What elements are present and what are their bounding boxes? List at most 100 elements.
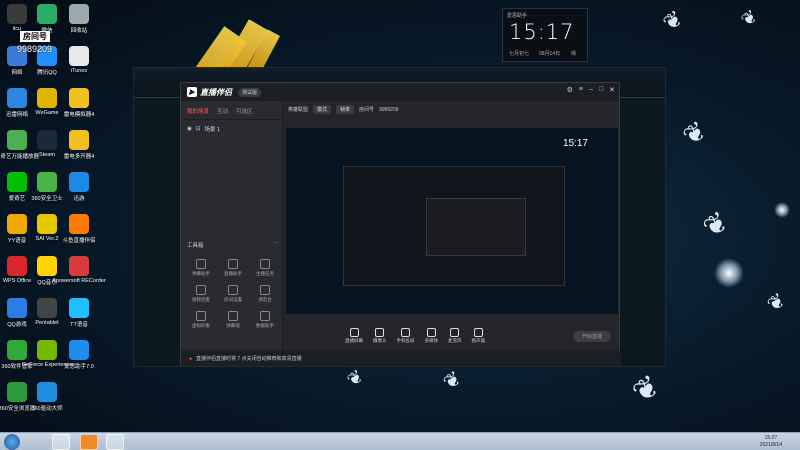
taskbar-app-2[interactable] — [80, 434, 98, 450]
desktop-icon[interactable]: 雷电模拟器4 — [62, 88, 96, 118]
desktop-icon-label: TT语音 — [70, 322, 88, 328]
taskbar-app-3[interactable] — [106, 434, 124, 450]
desktop-icon[interactable]: Pentablet — [30, 298, 64, 326]
tool-item[interactable]: 虚拟形象 — [185, 311, 217, 329]
steam-icon — [37, 130, 57, 150]
desktop-icon[interactable]: QQ游戏 — [0, 298, 34, 328]
desktop-icon[interactable]: 爱思助手7.0 — [62, 340, 96, 370]
geforce-icon — [37, 340, 57, 360]
wps-icon — [7, 256, 27, 276]
room-number-label: 房间号 — [20, 31, 50, 42]
mode-chip[interactable]: 模式 — [313, 105, 332, 114]
desktop-icon[interactable]: 斗鱼直播伴侣 — [62, 214, 96, 244]
desktop-icon[interactable]: SAI Ver.2 — [30, 214, 64, 242]
tab-scenes[interactable]: 我的场景 — [187, 107, 209, 115]
left-panel: 我的场景 互动 可选区 ◉ ⊡ 场景 1 工具箱 ⋯ 弹幕助手 直播助手 主播任务视… — [181, 101, 283, 349]
toolbox-more-icon[interactable]: ⋯ — [274, 241, 280, 249]
tool-item[interactable]: 弹幕墙 — [217, 311, 249, 329]
taskbar-app-1[interactable] — [52, 434, 70, 450]
glow-orb — [714, 258, 744, 288]
tool-item[interactable]: 主播任务 — [249, 259, 281, 277]
desktop-icon[interactable]: Steam — [30, 130, 64, 158]
tray-clock[interactable]: 15:27 2021/8/14 — [760, 435, 782, 449]
desktop-icon[interactable]: YY语音 — [0, 214, 34, 244]
desktop-icon[interactable]: WPS Office — [0, 256, 34, 284]
desktop-icon-label: 腾讯QQ — [37, 70, 57, 76]
desktop-icon[interactable]: TT语音 — [62, 298, 96, 328]
desktop-icon-label: 爱思助手7.0 — [64, 364, 94, 370]
desktop-icon[interactable]: 爱奇艺 — [0, 172, 34, 202]
desktop-icon[interactable]: iTunes — [62, 46, 96, 74]
eye-icon[interactable]: ◉ — [187, 126, 192, 132]
tool-item[interactable]: 调音台 — [249, 285, 281, 303]
tool-item[interactable]: 数据助手 — [249, 311, 281, 329]
desktop-icon[interactable]: 迅游 — [62, 172, 96, 202]
fps-chip[interactable]: 帧率 — [336, 105, 355, 114]
app-title: 直播伴侣 — [200, 87, 232, 97]
desktop-icon[interactable]: Apowersoft RECorder — [52, 256, 106, 284]
desktop-icon-label: 网络 — [11, 70, 23, 76]
ldmulti-icon — [69, 130, 89, 150]
live-helper-icon — [228, 259, 238, 269]
apowerrec-icon — [69, 256, 89, 276]
desktop-icon[interactable]: 微信 — [30, 4, 64, 34]
desktop-icon[interactable]: 雷电多开器4 — [62, 130, 96, 160]
desktop-icon[interactable]: ilcu — [0, 4, 34, 32]
desktop-icon-label: WPS Office — [2, 278, 32, 284]
tool-item[interactable]: 房间设置 — [217, 285, 249, 303]
desktop-icon[interactable]: WeGame — [30, 88, 64, 116]
desktop-icon[interactable]: 迅雷网络 — [0, 88, 34, 118]
game-label: 英雄联盟 — [288, 107, 309, 113]
tray-time: 15:27 — [764, 435, 778, 441]
360-driver-icon — [37, 382, 57, 402]
desktop-icon-label: 360安全卫士 — [31, 196, 63, 202]
bottom-control-button[interactable]: 直播屏幕 — [345, 328, 363, 344]
tt-icon — [69, 298, 89, 318]
taskbar: 15:27 2021/8/14 — [0, 432, 800, 450]
stream-preview[interactable]: 15:17 — [286, 128, 618, 314]
clock-widget[interactable]: 爱思助手 15:17 七月初七 08月14日 晴 — [502, 8, 588, 62]
live-companion-window[interactable]: ▶ 直播伴侣 测试版 ⚙ ≡ – □ ✕ 我的场景 互动 可选区 ◉ ⊡ 场景 … — [180, 82, 621, 366]
tab-optional[interactable]: 可选区 — [236, 107, 253, 115]
control-icon — [375, 328, 385, 337]
preview-clock: 15:17 — [562, 138, 588, 149]
bottom-control-button[interactable]: 摄像头 — [373, 328, 387, 344]
minimize-icon[interactable]: – — [589, 86, 593, 94]
tool-label: 弹幕墙 — [226, 323, 240, 328]
tab-interaction[interactable]: 互动 — [217, 107, 228, 115]
version-badge: 测试版 — [238, 87, 262, 97]
app-titlebar: ▶ 直播伴侣 测试版 ⚙ ≡ – □ ✕ — [181, 83, 619, 101]
desktop-icon[interactable]: 回收站 — [62, 4, 96, 34]
tool-item[interactable]: 弹幕助手 — [185, 259, 217, 277]
menu-icon[interactable]: ≡ — [579, 86, 583, 94]
tool-item[interactable]: 直播助手 — [217, 259, 249, 277]
bottom-control-button[interactable]: 手机投屏 — [397, 328, 415, 344]
360-browser-icon — [7, 382, 27, 402]
scene-item[interactable]: ◉ ⊡ 场景 1 — [181, 120, 282, 138]
bottom-control-button[interactable]: 多媒体 — [425, 328, 438, 344]
desktop-icon-label: Apowersoft RECorder — [52, 278, 106, 284]
clock-time: 15:17 — [509, 20, 575, 44]
close-icon[interactable]: ✕ — [609, 86, 615, 94]
desktop-icon-label: QQ游戏 — [7, 322, 27, 328]
360-guard-icon — [37, 172, 57, 192]
desktop-icon[interactable]: 360驱动大师 — [30, 382, 64, 412]
lock-icon[interactable]: ⊡ — [196, 126, 201, 132]
desktop-icon-label: 雷电模拟器4 — [63, 112, 95, 118]
tool-label: 弹幕助手 — [192, 271, 210, 276]
desktop-icon[interactable]: 360安全浏览器 — [0, 382, 35, 412]
maximize-icon[interactable]: □ — [599, 86, 603, 94]
start-button[interactable] — [4, 434, 20, 450]
bottom-control-button[interactable]: 扬声器 — [472, 328, 485, 344]
itunes-icon — [69, 46, 89, 66]
bottom-control-button[interactable]: 麦克风 — [448, 328, 462, 344]
desktop-icon[interactable]: 爱奇艺万能播放器 — [0, 130, 39, 160]
desktop-icon[interactable]: GeForce Experience — [22, 340, 72, 368]
yy-icon — [7, 214, 27, 234]
desktop-icon[interactable]: 360安全卫士 — [30, 172, 64, 202]
danmaku-icon — [196, 259, 206, 269]
tool-item[interactable]: 视频连麦 — [185, 285, 217, 303]
clock-date: 08月14日 — [539, 51, 561, 57]
start-live-button[interactable]: 开始直播 — [573, 331, 611, 342]
settings-icon[interactable]: ⚙ — [567, 86, 573, 94]
